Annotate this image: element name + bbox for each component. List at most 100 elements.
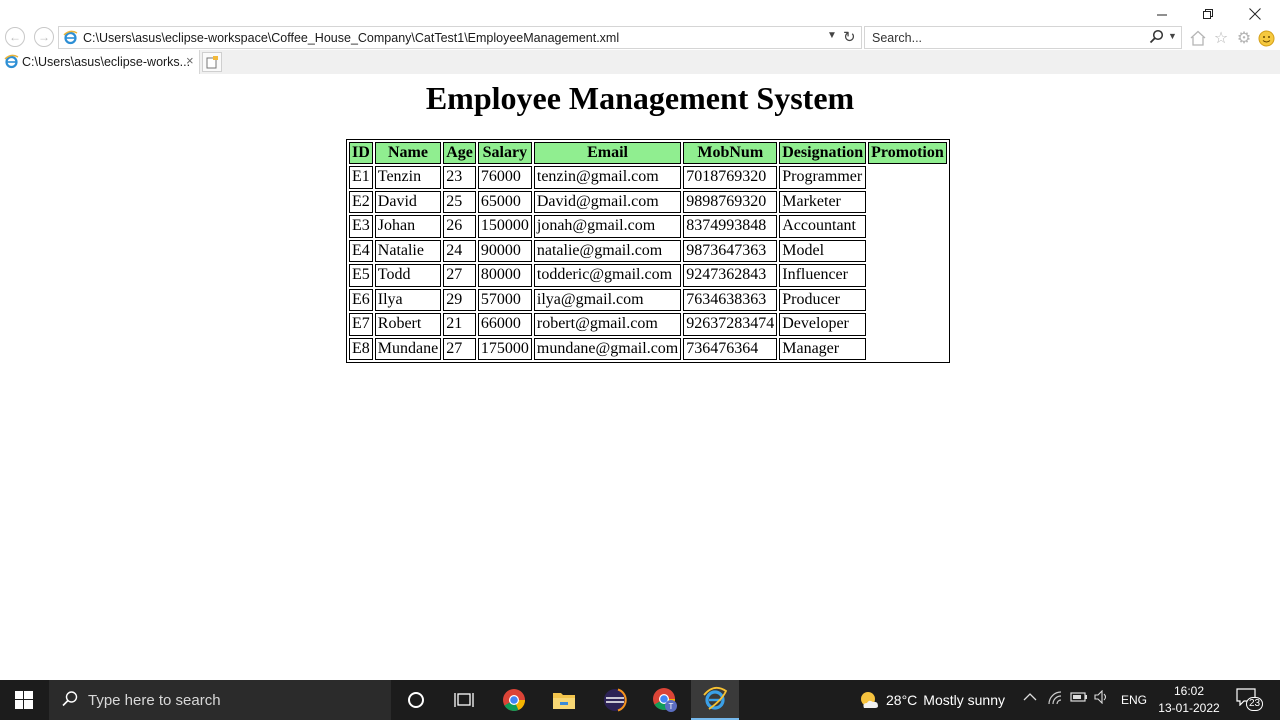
- table-cell-id: E2: [349, 190, 373, 213]
- clock[interactable]: 16:02 13-01-2022: [1150, 683, 1228, 717]
- table-row: E2 David 25 65000 David@gmail.com 9898769320 M…: [349, 190, 947, 214]
- language-indicator[interactable]: ENG: [1121, 693, 1147, 707]
- back-button[interactable]: ←: [5, 27, 25, 47]
- search-icon[interactable]: [1149, 29, 1165, 50]
- table-cell-promotion: [868, 289, 947, 312]
- table-cell-promotion: [868, 191, 947, 214]
- address-text[interactable]: C:\Users\asus\eclipse-workspace\Coffee_H…: [83, 31, 619, 45]
- address-dropdown-icon[interactable]: ▼: [827, 30, 837, 41]
- weather-condition: Mostly sunny: [923, 692, 1005, 708]
- table-row: E6 Ilya 29 57000 ilya@gmail.com 7634638363 Pro…: [349, 288, 947, 312]
- table-cell-mobnum: 92637283474: [683, 313, 778, 336]
- column-header-mobnum: MobNum: [683, 142, 778, 164]
- task-view-button[interactable]: [440, 680, 488, 720]
- new-tab-button[interactable]: [202, 52, 222, 72]
- internet-explorer-button[interactable]: [691, 680, 739, 720]
- cortana-button[interactable]: [392, 680, 440, 720]
- forward-button[interactable]: →: [34, 27, 54, 47]
- search-icon: [61, 690, 79, 713]
- table-row: E3 Johan 26 150000 jonah@gmail.com 8374993848…: [349, 215, 947, 238]
- restore-button[interactable]: [1185, 2, 1231, 26]
- table-cell-age: 21: [443, 313, 476, 336]
- table-cell-name: Johan: [374, 215, 442, 238]
- table-cell-mobnum: 9247362843: [683, 264, 778, 287]
- table-row: E7 Robert 21 66000 robert@gmail.com 926372834…: [349, 313, 947, 336]
- refresh-icon[interactable]: ↻: [843, 28, 856, 46]
- svg-text:T: T: [669, 702, 674, 711]
- column-header-email: Email: [533, 142, 682, 164]
- chrome-taskbar-button[interactable]: [490, 680, 538, 720]
- table-cell-name: Natalie: [374, 239, 442, 262]
- table-cell-email: David@gmail.com: [533, 190, 682, 213]
- address-bar[interactable]: C:\Users\asus\eclipse-workspace\Coffee_H…: [58, 26, 862, 49]
- column-header-salary: Salary: [477, 142, 532, 164]
- taskbar-search-input[interactable]: Type here to search: [88, 692, 221, 709]
- table-cell-email: jonah@gmail.com: [533, 215, 682, 238]
- file-explorer-button[interactable]: [540, 680, 588, 720]
- notification-button[interactable]: 23: [1236, 688, 1264, 712]
- table-header-row: ID Name Age Salary Email MobNum Designation Pro…: [349, 142, 947, 164]
- chrome-profile-icon: T: [653, 688, 677, 712]
- star-icon[interactable]: ☆: [1211, 28, 1231, 48]
- table-cell-mobnum: 9898769320: [683, 190, 778, 213]
- employee-table: ID Name Age Salary Email MobNum Designation Pro…: [346, 139, 950, 363]
- smiley-icon[interactable]: [1256, 28, 1276, 48]
- table-cell-email: ilya@gmail.com: [533, 288, 682, 311]
- table-cell-age: 23: [443, 166, 476, 189]
- table-cell-salary: 175000: [477, 337, 532, 360]
- table-cell-mobnum: 8374993848: [683, 215, 778, 238]
- table-cell-salary: 90000: [477, 239, 532, 262]
- cortana-icon: [408, 692, 424, 708]
- page-content: Employee Management System ID Name Age Sala…: [0, 74, 1280, 680]
- start-button[interactable]: [0, 680, 48, 720]
- tab-close-icon[interactable]: ×: [186, 53, 194, 68]
- table-cell-salary: 57000: [477, 288, 532, 311]
- search-box[interactable]: Search... ▼: [864, 26, 1182, 49]
- table-cell-designation: Producer: [779, 288, 867, 311]
- table-cell-age: 27: [443, 337, 476, 360]
- gear-icon[interactable]: ⚙: [1234, 28, 1254, 48]
- table-cell-salary: 76000: [477, 166, 532, 189]
- chevron-up-icon[interactable]: [1023, 690, 1037, 707]
- table-cell-designation: Influencer: [779, 264, 867, 287]
- table-row: E1 Tenzin 23 76000 tenzin@gmail.com 701876932…: [349, 166, 947, 189]
- network-icon[interactable]: [1047, 690, 1063, 709]
- table-cell-email: mundane@gmail.com: [533, 337, 682, 360]
- table-cell-id: E3: [349, 215, 373, 238]
- tab-bar: C:\Users\asus\eclipse-works... ×: [0, 50, 1280, 74]
- table-cell-id: E1: [349, 166, 373, 189]
- chrome-profile-button[interactable]: T: [641, 680, 689, 720]
- table-cell-salary: 80000: [477, 264, 532, 287]
- table-cell-designation: Programmer: [779, 166, 867, 189]
- close-icon: [1249, 8, 1261, 20]
- table-cell-salary: 150000: [477, 215, 532, 238]
- weather-widget[interactable]: 28°C Mostly sunny: [858, 690, 1005, 710]
- table-cell-name: Ilya: [374, 288, 442, 311]
- table-row: E5 Todd 27 80000 todderic@gmail.com 924736284…: [349, 264, 947, 287]
- windows-icon: [15, 691, 33, 709]
- ie-icon: [63, 30, 78, 50]
- taskbar-search-box[interactable]: Type here to search: [49, 680, 391, 720]
- table-cell-designation: Marketer: [779, 190, 867, 213]
- table-cell-mobnum: 7018769320: [683, 166, 778, 189]
- home-icon[interactable]: [1188, 28, 1208, 48]
- table-cell-email: tenzin@gmail.com: [533, 166, 682, 189]
- file-explorer-icon: [553, 693, 575, 709]
- task-view-icon: [454, 693, 474, 707]
- search-dropdown-icon[interactable]: ▼: [1168, 31, 1177, 41]
- table-cell-designation: Manager: [779, 337, 867, 360]
- table-cell-age: 24: [443, 239, 476, 262]
- table-cell-promotion: [868, 313, 947, 336]
- search-input[interactable]: Search...: [872, 31, 922, 45]
- table-cell-email: robert@gmail.com: [533, 313, 682, 336]
- taskbar: Type here to search T 28°C Mostly sunny …: [0, 680, 1280, 720]
- tab-employee-management[interactable]: C:\Users\asus\eclipse-works... ×: [0, 50, 200, 74]
- close-button[interactable]: [1232, 2, 1278, 26]
- minimize-button[interactable]: [1139, 2, 1185, 26]
- volume-icon[interactable]: [1094, 689, 1110, 707]
- battery-icon[interactable]: [1070, 690, 1088, 707]
- new-tab-icon: [206, 55, 218, 68]
- table-cell-mobnum: 736476364: [683, 337, 778, 360]
- back-icon: ←: [9, 30, 21, 44]
- eclipse-button[interactable]: [591, 680, 639, 720]
